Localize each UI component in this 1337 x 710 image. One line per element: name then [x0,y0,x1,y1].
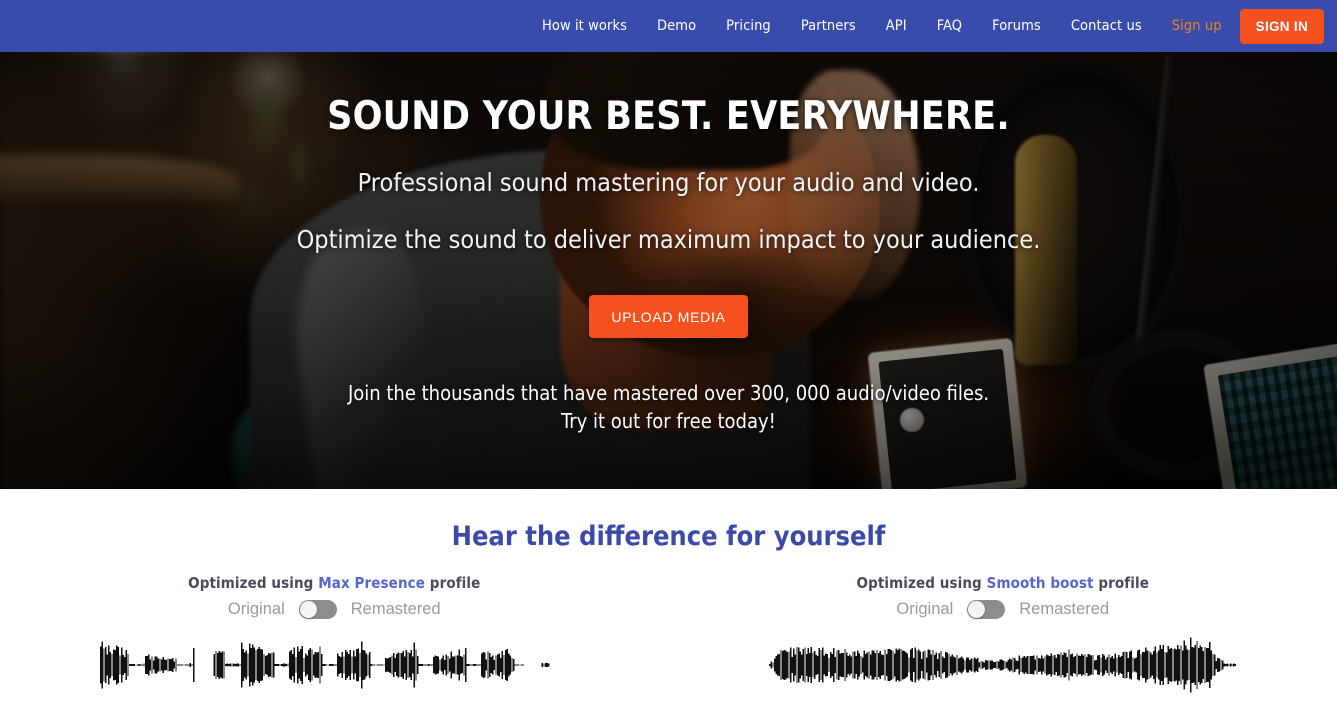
hero-title: SOUND YOUR BEST. EVERYWHERE. [327,94,1010,139]
compare-section: Hear the difference for yourself Optimiz… [0,489,1337,710]
toggle-knob-right [968,601,986,618]
waveform-left-svg [100,641,550,689]
toggle-label-original-right: Original [896,600,954,618]
toggle-label-remastered-right: Remastered [1019,600,1110,618]
profile-prefix-left: Optimized using [188,574,319,592]
compare-column-left: Optimized using Max Presence profile Ori… [0,574,669,695]
compare-columns: Optimized using Max Presence profile Ori… [0,574,1337,695]
hero-subtitle-2: Optimize the sound to deliver maximum im… [296,225,1041,254]
hero-subtitle-1: Professional sound mastering for your au… [357,168,980,197]
profile-name-right[interactable]: Smooth boost [987,574,1094,592]
nav-faq[interactable]: FAQ [922,0,977,52]
profile-suffix-right: profile [1093,574,1149,592]
toggle-row-left: Original Remastered [228,600,441,619]
compare-column-right: Optimized using Smooth boost profile Ori… [669,574,1337,695]
nav-how-it-works[interactable]: How it works [527,0,642,52]
original-remastered-toggle-left[interactable] [298,600,337,619]
waveform-right-svg [768,637,1236,693]
nav-api[interactable]: API [871,0,922,52]
nav-partners[interactable]: Partners [786,0,871,52]
sign-in-button[interactable]: SIGN IN [1239,8,1324,44]
compare-title: Hear the difference for yourself [451,521,886,552]
profile-label-left: Optimized using Max Presence profile [188,574,480,592]
profile-name-left[interactable]: Max Presence [318,574,425,592]
hero-join-line-2: Try it out for free today! [561,409,776,433]
nav-demo[interactable]: Demo [642,0,711,52]
nav-pricing[interactable]: Pricing [711,0,786,52]
toggle-knob-left [299,601,317,618]
profile-label-right: Optimized using Smooth boost profile [857,574,1149,592]
nav-forums[interactable]: Forums [977,0,1056,52]
hero-content: SOUND YOUR BEST. EVERYWHERE. Professiona… [0,0,1337,489]
hero-section: SOUND YOUR BEST. EVERYWHERE. Professiona… [0,0,1337,489]
profile-prefix-right: Optimized using [856,574,987,592]
sign-up-link[interactable]: Sign up [1157,0,1240,52]
toggle-label-remastered-left: Remastered [350,600,441,618]
toggle-row-right: Original Remastered [896,600,1109,619]
waveform-right[interactable] [768,635,1237,695]
profile-suffix-left: profile [425,574,481,592]
hero-join-text: Join the thousands that have mastered ov… [348,379,989,435]
main-navigation: How it works Demo Pricing Partners API F… [527,0,1337,52]
waveform-left[interactable] [100,635,568,695]
upload-media-button[interactable]: UPLOAD MEDIA [589,295,748,338]
original-remastered-toggle-right[interactable] [967,600,1006,619]
nav-contact-us[interactable]: Contact us [1056,0,1157,52]
toggle-label-original-left: Original [227,600,285,618]
site-header: How it works Demo Pricing Partners API F… [0,0,1337,52]
hero-join-line-1: Join the thousands that have mastered ov… [347,381,990,405]
